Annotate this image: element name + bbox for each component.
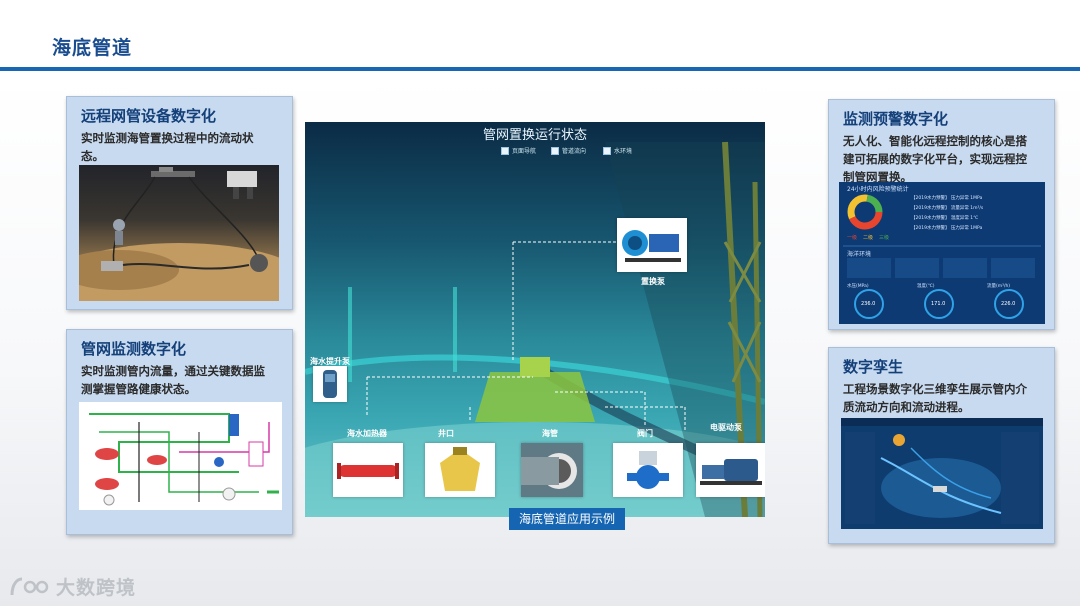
desc-line: 工程场景数字化三维孪生展示管内介 — [843, 382, 1027, 396]
label-subsea-pipe: 海管 — [542, 429, 558, 438]
legend-item: 二级 — [863, 235, 874, 241]
wellhead-thumb[interactable] — [425, 443, 495, 497]
desc-line: 无人化、智能化远程控制的核心是搭 — [843, 134, 1027, 148]
card-description: 无人化、智能化远程控制的核心是搭 建可拓展的数字化平台，实现远程控 制管网置换。 — [843, 132, 1027, 186]
scene-caption: 海底管道应用示例 — [509, 508, 625, 530]
logo-icon — [10, 577, 49, 595]
legend-item: 一级 — [847, 235, 858, 241]
legend-item: 三级 — [879, 235, 890, 241]
scene-title: 管网置换运行状态 — [482, 128, 587, 143]
card-description: 实时监测管内流量，通过关键数据监 测掌握管路健康状态。 — [81, 362, 265, 398]
card-description: 实时监测海管置换过程中的流动状 态。 — [81, 129, 254, 165]
label-heater: 海水加热器 — [347, 429, 387, 438]
gauge-label: 水压(MPa) — [847, 284, 869, 289]
logo-text: 大数跨境 — [56, 577, 137, 599]
label-replacement-pump: 置换泵 — [641, 277, 665, 286]
checkbox-label: 页面导航 — [512, 148, 537, 155]
gauge-label: 流量(m³/h) — [987, 284, 1011, 289]
card-title: 管网监测数字化 — [81, 340, 187, 358]
brand-logo: 大数跨境 — [8, 573, 136, 600]
card-remote-equipment: 远程网管设备数字化 实时监测海管置换过程中的流动状 态。 — [66, 96, 293, 310]
desc-line: 态。 — [81, 149, 104, 163]
replacement-pump-thumb[interactable] — [617, 218, 687, 272]
label-valve: 阀门 — [637, 429, 653, 438]
label-wellhead: 井口 — [438, 429, 454, 438]
desc-line: 建可拓展的数字化平台，实现远程控 — [843, 152, 1027, 166]
desc-line: 实时监测管内流量，通过关键数据监 — [81, 364, 265, 378]
title-divider — [0, 67, 1080, 71]
label-motor-pump: 电驱动泵 — [710, 423, 742, 432]
checkbox-box[interactable] — [603, 146, 611, 155]
desc-line: 实时监测海管置换过程中的流动状 — [81, 131, 254, 145]
card-monitoring-warning: 监测预警数字化 无人化、智能化远程控制的核心是搭 建可拓展的数字化平台，实现远程… — [828, 99, 1055, 330]
card-digital-twin: 数字孪生 工程场景数字化三维孪生展示管内介 质流动方向和流动进程。 — [828, 347, 1055, 544]
pipe-network-diagram — [79, 402, 282, 510]
checkbox-label: 水环境 — [614, 148, 633, 155]
desc-line: 测掌握管路健康状态。 — [81, 382, 196, 396]
gauge-label: 温度(℃) — [917, 284, 935, 289]
warning-dashboard: 24小时内风险预警统计 【2019水力预警】 压力异常 1MPa 【2019水力… — [839, 182, 1045, 324]
motor-pump-thumb[interactable] — [696, 443, 765, 497]
card-title: 监测预警数字化 — [843, 110, 949, 128]
gauge-value: 171.0 — [931, 301, 946, 307]
checkbox-page-nav[interactable]: 页面导航 — [501, 146, 536, 155]
pipeline-scene: 管网置换运行状态 页面导航 管道流向 水环境 置换泵 海水提升泵 海水加热器 井… — [305, 122, 765, 517]
checkbox-box[interactable] — [501, 146, 509, 155]
page-title: 海底管道 — [52, 37, 133, 59]
card-pipe-network: 管网监测数字化 实时监测管内流量，通过关键数据监 测掌握管路健康状态。 — [66, 329, 293, 535]
gauge-value: 236.0 — [861, 301, 876, 307]
card-title: 数字孪生 — [843, 358, 904, 376]
lift-pump-thumb[interactable] — [313, 366, 347, 402]
card-title: 远程网管设备数字化 — [81, 107, 217, 125]
checkbox-pipe-flow[interactable]: 管道流向 — [551, 146, 586, 155]
heater-thumb[interactable] — [333, 443, 403, 497]
gauge-value: 226.0 — [1001, 301, 1016, 307]
digital-twin-image — [841, 418, 1043, 529]
card-description: 工程场景数字化三维孪生展示管内介 质流动方向和流动进程。 — [843, 380, 1027, 416]
warning-row: 【2019水力预警】 温度异常 1℃ — [911, 216, 979, 221]
checkbox-water-env[interactable]: 水环境 — [603, 146, 632, 155]
checkbox-label: 管道流向 — [562, 148, 587, 155]
checkbox-box[interactable] — [551, 146, 559, 155]
valve-thumb[interactable] — [613, 443, 683, 497]
subsea-equipment-image — [79, 165, 279, 301]
warning-row: 【2019水力预警】 压力异常 1MPa — [911, 226, 983, 231]
warning-row: 【2019水力预警】 流量异常 1m³/s — [911, 206, 984, 211]
environment-label: 海洋环境 — [847, 251, 872, 258]
subsea-pipe-thumb[interactable] — [521, 443, 583, 497]
desc-line: 质流动方向和流动进程。 — [843, 400, 970, 414]
warning-row: 【2019水力预警】 压力异常 1MPa — [911, 196, 983, 201]
